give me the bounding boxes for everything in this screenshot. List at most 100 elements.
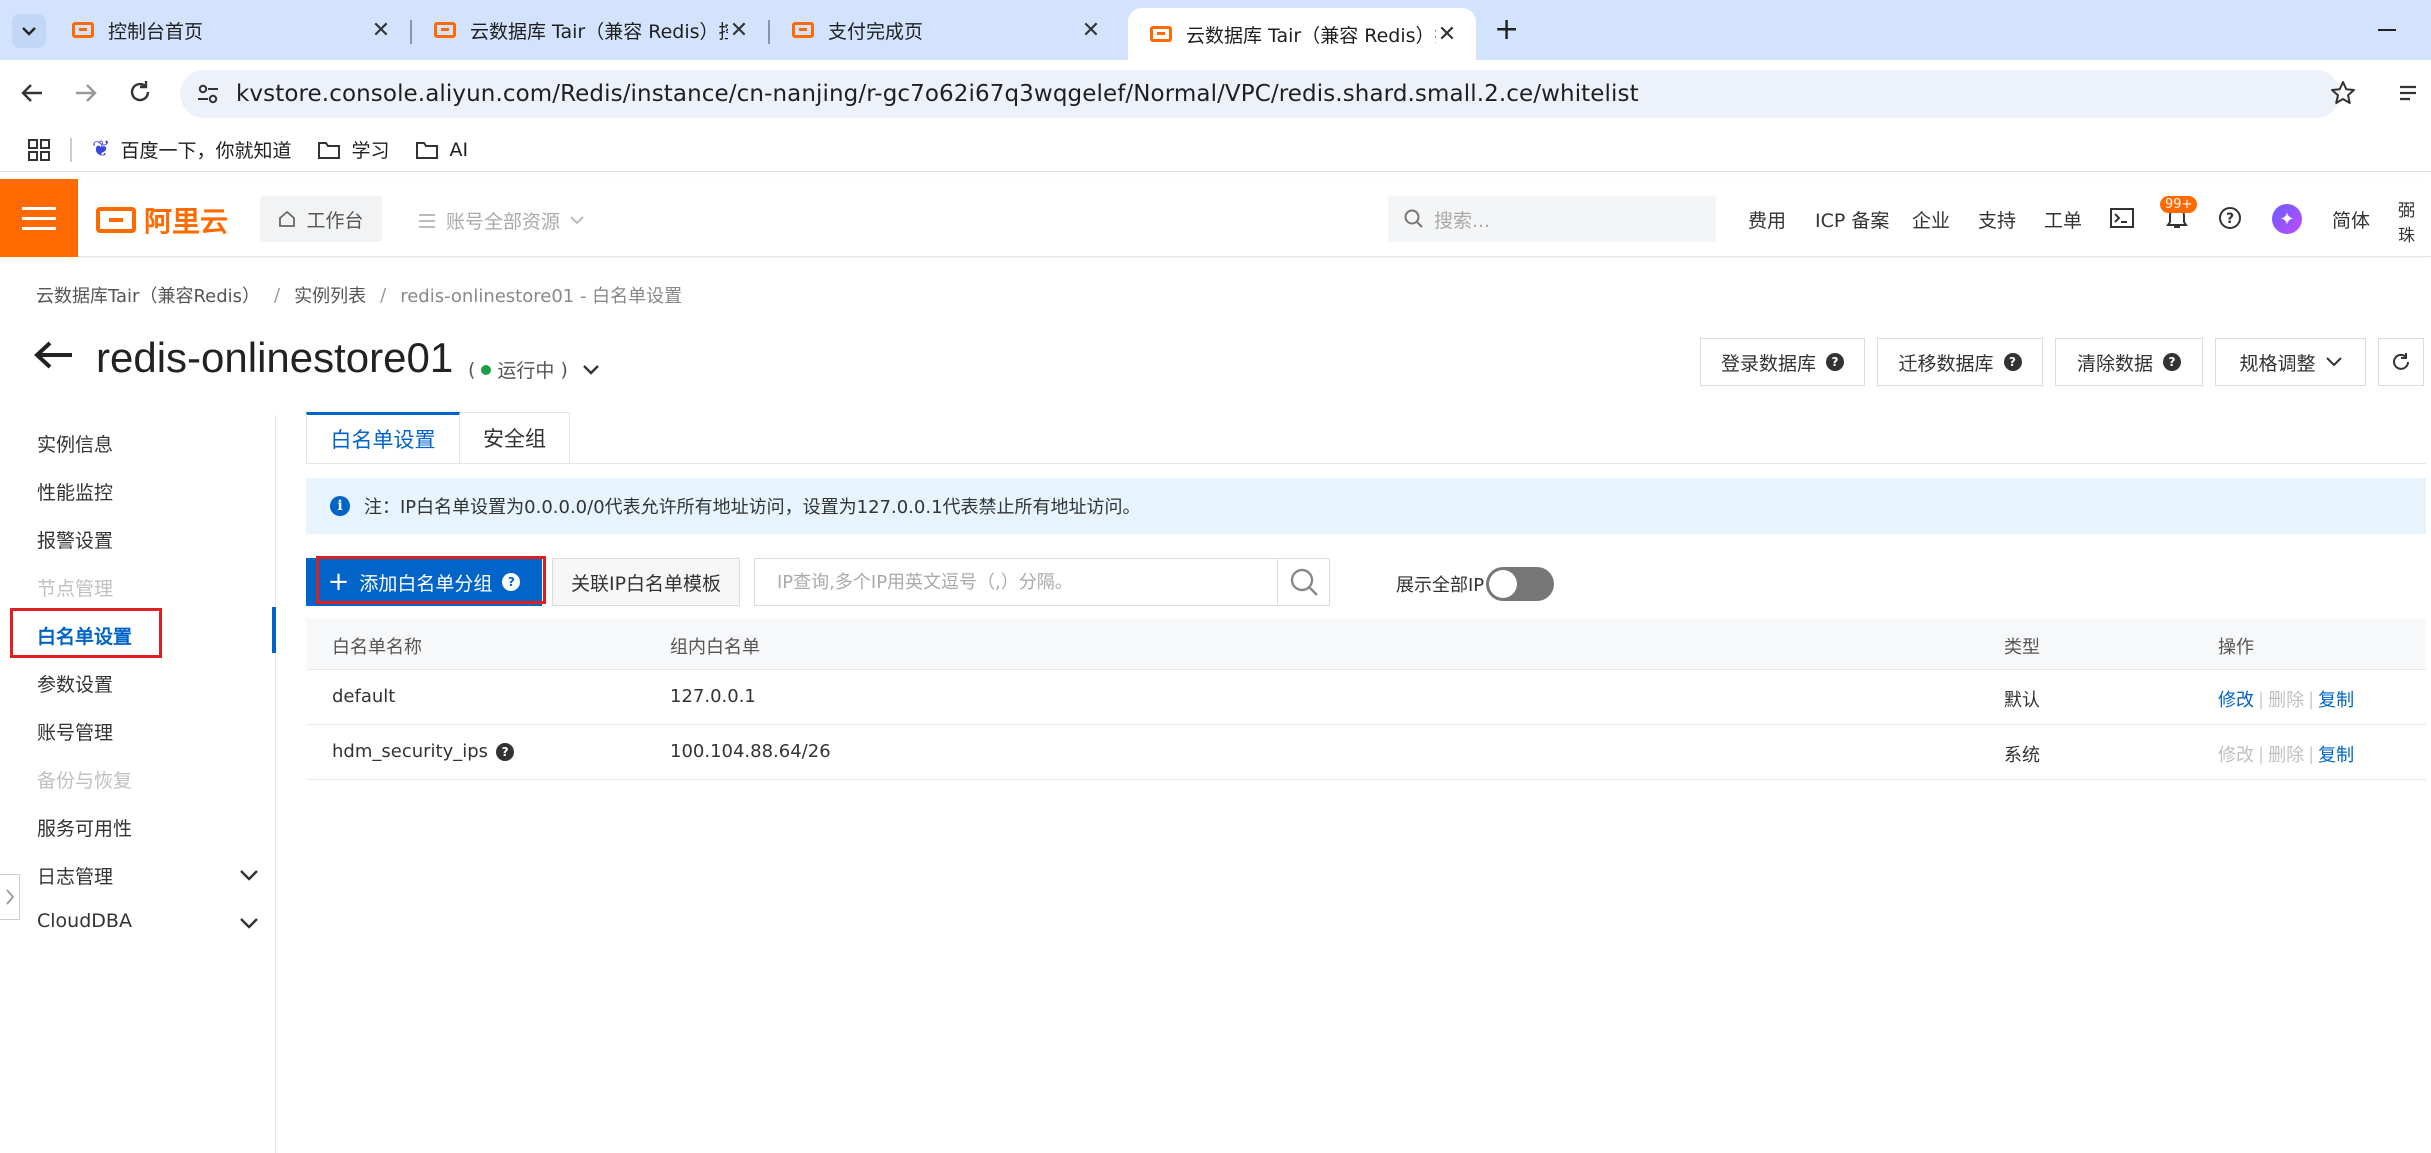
edit-link[interactable]: 修改 bbox=[2218, 686, 2254, 712]
edit-link: 修改 bbox=[2218, 745, 2254, 766]
close-icon[interactable]: ✕ bbox=[728, 18, 750, 43]
breadcrumb-item-instances[interactable]: 实例列表 bbox=[294, 282, 366, 308]
nav-item-parameters[interactable]: 参数设置 bbox=[37, 670, 113, 697]
user-name[interactable]: 弼珠 bbox=[2398, 196, 2431, 246]
show-all-ip-toggle[interactable] bbox=[1486, 567, 1554, 601]
nav-item-backup: 备份与恢复 bbox=[37, 770, 133, 792]
chevron-down-icon[interactable] bbox=[240, 870, 258, 881]
minimize-window-icon[interactable] bbox=[2378, 29, 2396, 31]
header-link-support[interactable]: 支持 bbox=[1978, 206, 2016, 233]
login-db-button[interactable]: 登录数据库? bbox=[1700, 338, 1865, 386]
highlight-box bbox=[316, 556, 546, 604]
url-text: kvstore.console.aliyun.com/Redis/instanc… bbox=[236, 81, 1639, 107]
header-link-fees[interactable]: 费用 bbox=[1748, 206, 1786, 233]
aliyun-favicon-icon bbox=[1150, 26, 1172, 42]
chevron-down-icon bbox=[2325, 357, 2342, 367]
forward-nav-icon[interactable] bbox=[74, 82, 98, 104]
help-icon: ? bbox=[2003, 353, 2022, 371]
col-header-name: 白名单名称 bbox=[332, 637, 422, 658]
breadcrumb-item-product[interactable]: 云数据库Tair（兼容Redis） bbox=[36, 282, 260, 308]
apps-grid-icon[interactable] bbox=[28, 138, 50, 161]
status-dot bbox=[481, 364, 492, 375]
nav-item-alerts[interactable]: 报警设置 bbox=[37, 526, 113, 553]
refresh-button[interactable] bbox=[2378, 338, 2424, 386]
browser-tab-4-active[interactable]: 云数据库 Tair（兼容 Redis）控 ✕ bbox=[1128, 8, 1476, 60]
cloud-shell-icon[interactable] bbox=[2110, 208, 2134, 228]
back-nav-icon[interactable] bbox=[20, 82, 44, 104]
copy-link[interactable]: 复制 bbox=[2318, 686, 2354, 712]
spec-change-dropdown[interactable]: 规格调整 bbox=[2215, 338, 2366, 386]
bookmark-folder-ai[interactable]: AI bbox=[415, 139, 468, 161]
nav-item-performance[interactable]: 性能监控 bbox=[37, 478, 113, 505]
header-link-icp[interactable]: ICP 备案 bbox=[1815, 206, 1889, 233]
browser-tab-1[interactable]: 控制台首页 ✕ bbox=[50, 8, 410, 52]
info-icon: i bbox=[330, 496, 350, 516]
nav-item-accounts[interactable]: 账号管理 bbox=[37, 718, 113, 745]
ai-assistant-icon[interactable]: ✦ bbox=[2272, 204, 2302, 234]
menu-hamburger-icon[interactable] bbox=[0, 179, 78, 257]
delete-link: 删除 bbox=[2268, 690, 2305, 711]
nav-item-availability[interactable]: 服务可用性 bbox=[37, 814, 132, 841]
nav-item-instance-info[interactable]: 实例信息 bbox=[37, 430, 113, 457]
language-switch[interactable]: 简体 bbox=[2332, 206, 2370, 233]
tab-whitelist[interactable]: 白名单设置 bbox=[306, 412, 460, 464]
header-link-enterprise[interactable]: 企业 bbox=[1912, 206, 1950, 233]
aliyun-favicon-icon bbox=[434, 22, 456, 38]
home-icon bbox=[279, 210, 296, 227]
link-ip-template-button[interactable]: 关联IP白名单模板 bbox=[552, 558, 740, 606]
url-bar[interactable]: kvstore.console.aliyun.com/Redis/instanc… bbox=[180, 70, 2355, 118]
reload-icon[interactable] bbox=[128, 80, 152, 104]
folder-icon bbox=[416, 141, 439, 159]
table-row: hdm_security_ips ? 100.104.88.64/26 系统 修… bbox=[306, 725, 2426, 780]
help-icon: ? bbox=[1826, 353, 1844, 371]
workbench-button[interactable]: 工作台 bbox=[260, 196, 382, 242]
bookmark-star-icon[interactable] bbox=[2330, 80, 2356, 106]
clear-data-button[interactable]: 清除数据? bbox=[2055, 338, 2203, 386]
console-search-input[interactable]: 搜索... bbox=[1388, 196, 1716, 242]
col-header-ips: 组内白名单 bbox=[670, 637, 760, 658]
bookmark-baidu[interactable]: ❦ 百度一下，你就知道 bbox=[92, 136, 291, 163]
ip-search-button[interactable] bbox=[1277, 559, 1329, 605]
new-tab-button[interactable]: + bbox=[1494, 12, 1519, 47]
account-resources-dropdown[interactable]: 账号全部资源 bbox=[418, 207, 584, 234]
chevron-down-icon bbox=[22, 27, 36, 36]
copy-link[interactable]: 复制 bbox=[2318, 741, 2354, 767]
content-tabs: 白名单设置 安全组 bbox=[306, 412, 570, 464]
aliyun-logo[interactable]: 阿里云 bbox=[96, 200, 228, 240]
site-info-icon[interactable] bbox=[196, 82, 220, 106]
breadcrumb: 云数据库Tair（兼容Redis） / 实例列表 / redis-onlines… bbox=[36, 282, 682, 308]
col-header-type: 类型 bbox=[2004, 637, 2040, 658]
close-icon[interactable]: ✕ bbox=[1080, 18, 1102, 43]
reading-list-icon[interactable] bbox=[2400, 84, 2422, 102]
search-icon bbox=[1404, 209, 1423, 228]
delete-link: 删除 bbox=[2268, 745, 2305, 766]
header-link-ticket[interactable]: 工单 bbox=[2044, 206, 2082, 233]
browser-tab-2[interactable]: 云数据库 Tair（兼容 Redis）控 ✕ bbox=[412, 8, 768, 52]
help-icon[interactable]: ? bbox=[2218, 206, 2242, 230]
tab-security-group[interactable]: 安全组 bbox=[460, 412, 570, 464]
row-name: default bbox=[332, 686, 396, 707]
nav-item-whitelist[interactable]: 白名单设置 bbox=[37, 622, 132, 649]
close-icon[interactable]: ✕ bbox=[1436, 22, 1458, 47]
page-title: redis-onlinestore01 bbox=[96, 334, 454, 381]
nav-collapse-handle[interactable] bbox=[0, 874, 20, 920]
browser-tab-3[interactable]: 支付完成页 ✕ bbox=[770, 8, 1120, 52]
notification-badge: 99+ bbox=[2160, 196, 2198, 213]
nav-item-logs[interactable]: 日志管理 bbox=[37, 862, 113, 889]
migrate-db-button[interactable]: 迁移数据库? bbox=[1877, 338, 2043, 386]
instance-status[interactable]: ( 运行中 ) bbox=[468, 356, 600, 383]
row-type: 系统 bbox=[2004, 745, 2040, 766]
back-arrow-icon[interactable] bbox=[34, 340, 74, 370]
close-icon[interactable]: ✕ bbox=[370, 18, 392, 43]
chevron-down-icon bbox=[583, 364, 599, 375]
notice-banner: i 注：IP白名单设置为0.0.0.0/0代表允许所有地址访问，设置为127.0… bbox=[306, 478, 2426, 534]
help-icon[interactable]: ? bbox=[496, 742, 515, 761]
nav-item-clouddba[interactable]: CloudDBA bbox=[37, 910, 132, 932]
show-all-ip-label: 展示全部IP bbox=[1396, 575, 1485, 596]
tab-list-button[interactable] bbox=[12, 14, 46, 48]
chevron-down-icon[interactable] bbox=[240, 918, 258, 929]
bookmark-folder-study[interactable]: 学习 bbox=[317, 136, 389, 163]
whitelist-table-header: 白名单名称 组内白名单 类型 操作 bbox=[306, 618, 2426, 670]
ip-search-input[interactable] bbox=[755, 559, 1277, 605]
aliyun-favicon-icon bbox=[792, 22, 814, 38]
